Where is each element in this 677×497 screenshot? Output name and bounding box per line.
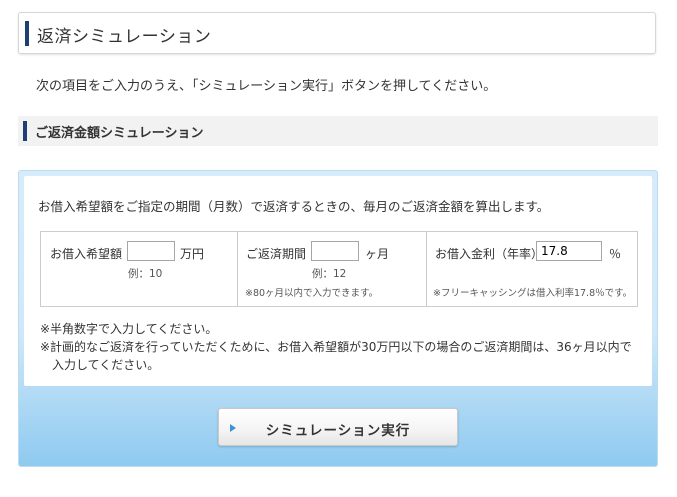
rate-note: ※フリーキャッシングは借入利率17.8％です。: [433, 288, 633, 299]
run-simulation-button[interactable]: シミュレーション実行: [218, 408, 458, 446]
input-notes: ※半角数字で入力してください。 ※計画的なご返済を行っていただくために、お借入希…: [40, 320, 640, 374]
amount-unit: 万円: [180, 247, 205, 261]
simulation-panel: お借入希望額をご指定の期間（月数）で返済するときの、毎月のご返済金額を算出します…: [18, 170, 658, 467]
amount-label: お借入希望額: [50, 247, 123, 261]
period-input[interactable]: [311, 241, 359, 261]
simulation-form: お借入希望額をご指定の期間（月数）で返済するときの、毎月のご返済金額を算出します…: [24, 176, 652, 386]
period-unit: ヶ月: [365, 247, 390, 261]
period-label: ご返済期間: [246, 247, 307, 261]
input-fields-table: お借入希望額 万円 例：10 ご返済期間 ヶ月 例：12 ※80ヶ月以内で入力で…: [40, 231, 638, 307]
rate-input[interactable]: [536, 241, 602, 261]
note-item: ※計画的なご返済を行っていただくために、お借入希望額が30万円以下の場合のご返済…: [40, 340, 632, 372]
period-cell: ご返済期間 ヶ月 例：12 ※80ヶ月以内で入力できます。: [237, 231, 427, 307]
amount-example: 例：10: [128, 268, 163, 280]
run-simulation-label: シミュレーション実行: [265, 423, 411, 439]
amount-cell: お借入希望額 万円 例：10: [40, 231, 238, 307]
amount-input[interactable]: [127, 241, 175, 261]
section-heading: ご返済金額シミュレーション: [18, 116, 658, 146]
rate-cell: お借入金利（年率） ％ ※フリーキャッシングは借入利率17.8％です。: [426, 231, 638, 307]
page-title: 返済シミュレーション: [37, 27, 212, 47]
section-accent-bar: [23, 121, 27, 141]
section-title: ご返済金額シミュレーション: [35, 126, 204, 141]
rate-unit: ％: [609, 247, 622, 261]
header-accent-bar: [25, 21, 29, 46]
page-header: 返済シミュレーション: [18, 12, 656, 54]
simulation-lead: お借入希望額をご指定の期間（月数）で返済するときの、毎月のご返済金額を算出します…: [38, 199, 550, 214]
note-item: ※半角数字で入力してください。: [40, 322, 218, 336]
period-example: 例：12: [312, 268, 347, 280]
rate-label: お借入金利（年率）: [435, 247, 544, 261]
intro-text: 次の項目をご入力のうえ、「シミュレーション実行」ボタンを押してください。: [36, 79, 497, 94]
period-note: ※80ヶ月以内で入力できます。: [245, 288, 379, 299]
